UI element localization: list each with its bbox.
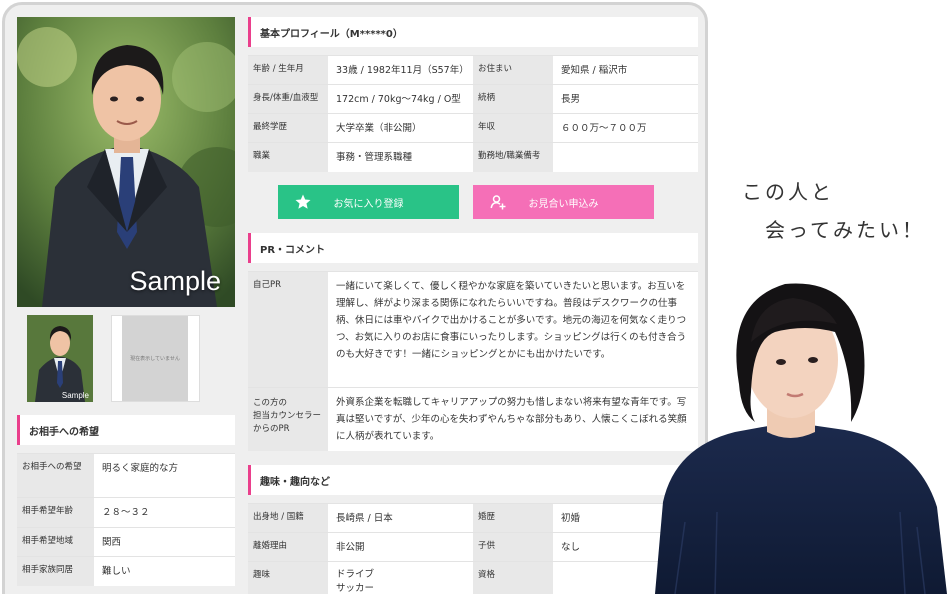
counselor-label-line-2: 担当カウンセラー <box>253 411 322 421</box>
basic-profile-table: 年齢 / 生年月 33歳 / 1982年11月（S57年） お住まい 愛知県 /… <box>248 55 698 172</box>
table-row: 相手家族同居 難しい <box>17 556 235 586</box>
table-row: 年齢 / 生年月 33歳 / 1982年11月（S57年） お住まい 愛知県 /… <box>248 55 698 85</box>
main-profile-photo[interactable]: Sample <box>17 17 235 307</box>
self-pr-text: 一緒にいて楽しくて、優しく穏やかな家庭を築いていきたいと思います。お互いを理解し… <box>328 271 698 388</box>
woman-illustration <box>655 283 947 594</box>
table-row: 最終学歴 大学卒業（非公開） 年収 ６００万〜７００万 <box>248 113 698 143</box>
workplace-value <box>553 142 698 172</box>
photo-thumbnail-1[interactable]: Sample <box>27 315 93 402</box>
table-row: 身長/体重/血液型 172cm / 70kg〜74kg / O型 続柄 長男 <box>248 84 698 114</box>
pr-comment-table: 自己PR 一緒にいて楽しくて、優しく穏やかな家庭を築いていきたいと思います。お互… <box>248 271 698 451</box>
hobby-heading: 趣味・趣向など <box>248 465 698 495</box>
residence-label: お住まい <box>473 55 553 85</box>
table-row: 趣味 ドライブ サッカー 資格 <box>248 561 698 594</box>
hobby-label: 趣味 <box>248 561 328 594</box>
qualification-label: 資格 <box>473 561 553 594</box>
hobby-item: サッカー <box>336 583 375 594</box>
profile-card: Sample Sample 現在表示していません お相手への希望 お相手への希望… <box>2 2 708 594</box>
pr-comment-heading: PR・コメント <box>248 233 698 263</box>
body-value: 172cm / 70kg〜74kg / O型 <box>328 84 473 114</box>
region-label: 相手希望地域 <box>17 527 94 557</box>
wish-label: お相手への希望 <box>17 453 94 498</box>
hobby-value: ドライブ サッカー <box>328 561 473 594</box>
occupation-value: 事務・管理系職種 <box>328 142 473 172</box>
age-birth-value: 33歳 / 1982年11月（S57年） <box>328 55 473 85</box>
add-favorite-button[interactable]: お気に入り登録 <box>278 185 459 219</box>
speech-line-2: 会ってみたい！ <box>765 218 925 242</box>
star-icon <box>295 194 311 209</box>
hobby-item: ドライブ <box>336 569 375 580</box>
occupation-label: 職業 <box>248 142 328 172</box>
income-label: 年収 <box>473 113 553 143</box>
table-row: お相手への希望 明るく家庭的な方 <box>17 453 235 498</box>
relation-label: 続柄 <box>473 84 553 114</box>
wish-value: 明るく家庭的な方 <box>94 453 235 498</box>
age-value: ２８〜３２ <box>94 497 235 528</box>
education-value: 大学卒業（非公開） <box>328 113 473 143</box>
age-label: 相手希望年齢 <box>17 497 94 528</box>
body-label: 身長/体重/血液型 <box>248 84 328 114</box>
divorce-reason-value: 非公開 <box>328 532 473 562</box>
add-person-icon <box>490 195 506 210</box>
table-row: 出身地 / 国籍 長崎県 / 日本 婚歴 初婚 <box>248 503 698 533</box>
counselor-pr-label: この方の 担当カウンセラー からのPR <box>248 387 328 451</box>
table-row: 相手希望年齢 ２８〜３２ <box>17 497 235 528</box>
cohabit-label: 相手家族同居 <box>17 556 94 586</box>
table-row: 離婚理由 非公開 子供 なし <box>248 532 698 562</box>
children-label: 子供 <box>473 532 553 562</box>
sample-watermark: Sample <box>129 266 221 296</box>
hometown-label: 出身地 / 国籍 <box>248 503 328 533</box>
income-value: ６００万〜７００万 <box>553 113 698 143</box>
man-photo-illustration <box>17 17 235 307</box>
counselor-label-line-1: この方の <box>253 398 288 408</box>
hometown-value: 長崎県 / 日本 <box>328 503 473 533</box>
partner-wishes-heading: お相手への希望 <box>17 415 235 445</box>
request-meeting-button[interactable]: お見合い申込み <box>473 185 654 219</box>
partner-wishes-table: お相手への希望 明るく家庭的な方 相手希望年齢 ２８〜３２ 相手希望地域 関西 … <box>17 453 235 586</box>
thumb-sample-watermark: Sample <box>61 391 89 400</box>
table-row: 自己PR 一緒にいて楽しくて、優しく穏やかな家庭を築いていきたいと思います。お互… <box>248 271 698 388</box>
region-value: 関西 <box>94 527 235 557</box>
table-row: この方の 担当カウンセラー からのPR 外資系企業を転職してキャリアアップの努力… <box>248 387 698 451</box>
speech-line-1: この人と <box>742 180 834 204</box>
marriage-history-label: 婚歴 <box>473 503 553 533</box>
education-label: 最終学歴 <box>248 113 328 143</box>
counselor-label-line-3: からのPR <box>253 424 290 434</box>
man-thumb-illustration <box>27 315 93 402</box>
table-row: 相手希望地域 関西 <box>17 527 235 557</box>
counselor-pr-text: 外資系企業を転職してキャリアアップの努力も惜しまない将来有望な青年です。写真は堅… <box>328 387 698 451</box>
photo-thumbnail-2[interactable]: 現在表示していません <box>111 315 200 402</box>
workplace-label: 勤務地/職業備考 <box>473 142 553 172</box>
cohabit-value: 難しい <box>94 556 235 586</box>
table-row: 職業 事務・管理系職種 勤務地/職業備考 <box>248 142 698 172</box>
self-pr-label: 自己PR <box>248 271 328 388</box>
divorce-reason-label: 離婚理由 <box>248 532 328 562</box>
residence-value: 愛知県 / 稲沢市 <box>553 55 698 85</box>
hobby-table: 出身地 / 国籍 長崎県 / 日本 婚歴 初婚 離婚理由 非公開 子供 なし 趣… <box>248 503 698 594</box>
no-image-placeholder: 現在表示していません <box>122 316 188 401</box>
basic-profile-heading: 基本プロフィール（M*****0） <box>248 17 698 47</box>
age-birth-label: 年齢 / 生年月 <box>248 55 328 85</box>
relation-value: 長男 <box>553 84 698 114</box>
